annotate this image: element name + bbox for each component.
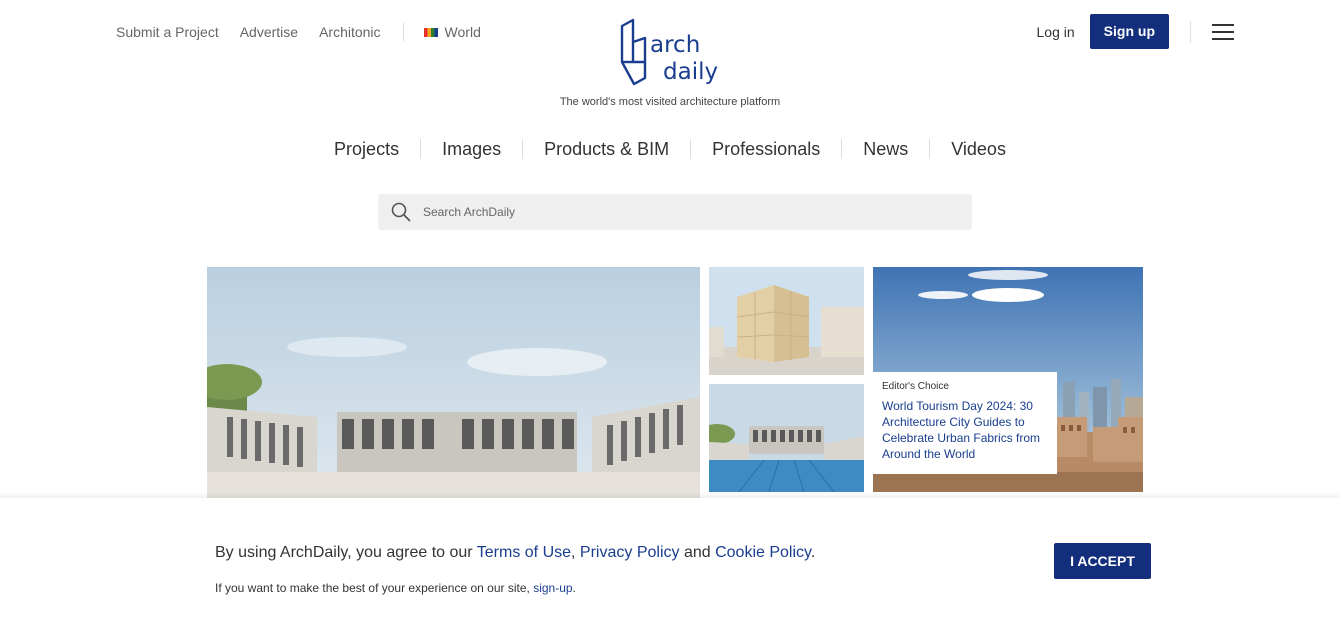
nav-videos[interactable]: Videos xyxy=(930,137,1027,161)
cookie-message: By using ArchDaily, you agree to our Ter… xyxy=(215,544,815,562)
editors-choice-card[interactable]: Editor's Choice World Tourism Day 2024: … xyxy=(873,372,1057,474)
logo-text-arch: arch xyxy=(650,32,700,58)
top-links: Submit a Project Advertise Architonic Wo… xyxy=(116,23,481,41)
divider xyxy=(402,23,404,41)
world-flag-icon xyxy=(423,27,438,37)
advertise-link[interactable]: Advertise xyxy=(240,24,298,40)
divider xyxy=(1190,20,1191,43)
nav-images[interactable]: Images xyxy=(421,137,522,161)
nav-products[interactable]: Products & BIM xyxy=(523,137,690,161)
terms-of-use-link[interactable]: Terms of Use xyxy=(477,544,571,561)
hero-building-photo xyxy=(207,267,700,498)
editors-choice-tag: Editor's Choice xyxy=(882,381,949,392)
search-bar[interactable] xyxy=(378,194,972,230)
login-link[interactable]: Log in xyxy=(1037,24,1075,40)
thumbnail-cube-building[interactable] xyxy=(709,267,864,375)
nav-news[interactable]: News xyxy=(842,137,929,161)
cookie-sub-period: . xyxy=(572,581,576,595)
cube-building-photo xyxy=(709,267,864,375)
pool-building-photo xyxy=(709,384,864,492)
region-label: World xyxy=(444,24,481,40)
cookie-comma: , xyxy=(571,544,580,561)
search-input[interactable] xyxy=(423,205,943,219)
nav-professionals[interactable]: Professionals xyxy=(691,137,841,161)
nav-projects[interactable]: Projects xyxy=(313,137,420,161)
hamburger-menu-icon[interactable] xyxy=(1212,23,1234,40)
cookie-sub-text: If you want to make the best of your exp… xyxy=(215,581,534,595)
cookie-period: . xyxy=(810,544,816,561)
architonic-link[interactable]: Architonic xyxy=(319,24,380,40)
hero-image[interactable] xyxy=(207,267,700,498)
region-selector[interactable]: World xyxy=(423,24,481,40)
signup-button[interactable]: Sign up xyxy=(1089,14,1169,49)
cookie-text: By using ArchDaily, you agree to our xyxy=(215,544,477,561)
cookie-subtext: If you want to make the best of your exp… xyxy=(215,581,576,595)
auth-area: Log in Sign up xyxy=(1037,14,1234,49)
feature-title-link[interactable]: World Tourism Day 2024: 30 Architecture … xyxy=(882,398,1048,462)
cookie-policy-link[interactable]: Cookie Policy xyxy=(715,544,811,561)
cookie-signup-link[interactable]: sign-up xyxy=(533,581,572,595)
cookie-banner: By using ArchDaily, you agree to our Ter… xyxy=(0,498,1340,633)
archdaily-logo[interactable]: arch daily xyxy=(619,18,731,88)
tagline: The world's most visited architecture pl… xyxy=(559,96,781,108)
cookie-and: and xyxy=(679,544,716,561)
privacy-policy-link[interactable]: Privacy Policy xyxy=(580,544,680,561)
search-icon xyxy=(391,202,411,222)
submit-project-link[interactable]: Submit a Project xyxy=(116,24,219,40)
top-bar: Submit a Project Advertise Architonic Wo… xyxy=(0,0,1340,108)
main-nav: Projects Images Products & BIM Professio… xyxy=(0,137,1340,161)
logo-text-daily: daily xyxy=(663,59,718,85)
thumbnail-pool-building[interactable] xyxy=(709,384,864,492)
accept-cookies-button[interactable]: I ACCEPT xyxy=(1054,543,1151,579)
